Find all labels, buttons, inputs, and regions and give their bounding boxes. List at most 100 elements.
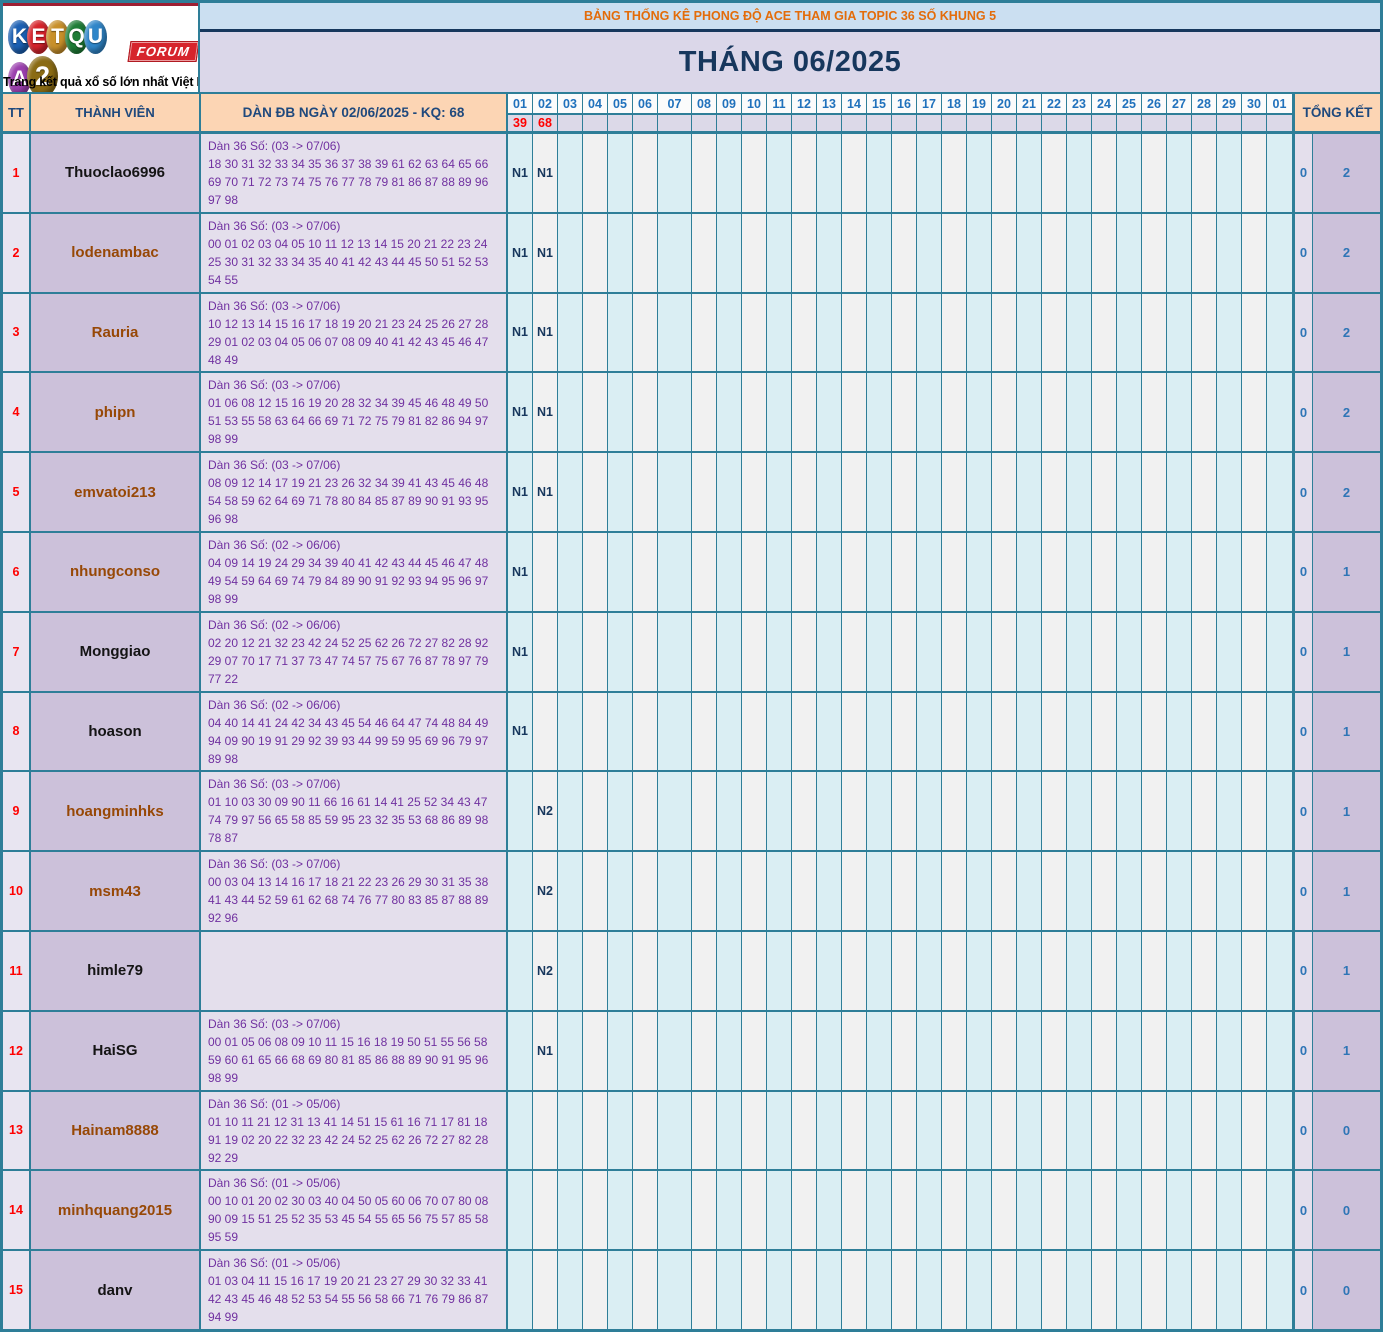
- day-cell: [742, 532, 767, 611]
- day-cell: [558, 852, 583, 930]
- day-cell: [792, 1011, 817, 1090]
- day-subvalue-cell: [1192, 115, 1217, 131]
- day-cell: [1092, 612, 1117, 691]
- day-subvalue-cell: [992, 115, 1017, 131]
- day-cell: N1: [508, 532, 533, 611]
- day-cell: [892, 134, 917, 212]
- member-name: himle79: [31, 931, 201, 1010]
- day-cell: N1: [508, 134, 533, 212]
- day-label-cell: 13: [817, 94, 842, 113]
- day-cell: [792, 453, 817, 531]
- day-cell: [992, 1091, 1017, 1170]
- day-cell: [1117, 1091, 1142, 1170]
- day-cell: [583, 852, 608, 930]
- day-cell: [1067, 852, 1092, 930]
- dan-numbers: 02 20 12 21 32 23 42 24 52 25 62 26 72 2…: [208, 635, 489, 686]
- total-win-cell: 0: [1292, 612, 1313, 691]
- member-name: hoangminhks: [31, 772, 201, 851]
- total-win-cell: 0: [1292, 213, 1313, 292]
- day-cell: [1192, 852, 1217, 930]
- day-cell: [917, 532, 942, 611]
- day-cell: [1117, 532, 1142, 611]
- day-cell: [558, 134, 583, 212]
- total-score-cell: 1: [1313, 931, 1380, 1010]
- day-cell: [658, 1251, 692, 1329]
- day-cell: [633, 1171, 658, 1250]
- day-label-cell: 12: [792, 94, 817, 113]
- day-cell: [1142, 1171, 1167, 1250]
- dan-title: Dàn 36 Số: (01 -> 05/06): [208, 1176, 341, 1191]
- day-cell: [583, 1011, 608, 1090]
- total-win-cell: 0: [1292, 453, 1313, 531]
- day-cell: [1042, 931, 1067, 1010]
- day-cell: [1167, 931, 1192, 1010]
- day-cell: [1242, 1011, 1267, 1090]
- table-row: 4 phipn Dàn 36 Số: (03 -> 07/06) 01 06 0…: [3, 373, 1380, 454]
- day-cell: [1242, 453, 1267, 531]
- day-cell: [717, 1011, 742, 1090]
- day-cell: N1: [508, 373, 533, 452]
- table-row: 11 himle79 N2 0 1: [3, 931, 1380, 1012]
- day-cell: [1117, 612, 1142, 691]
- day-cell: N1: [533, 453, 558, 531]
- day-cell: [1017, 453, 1042, 531]
- day-cell: [917, 134, 942, 212]
- total-score-cell: 2: [1313, 213, 1380, 292]
- day-cell: [1217, 373, 1242, 452]
- day-cell: [633, 1251, 658, 1329]
- day-cell: [608, 612, 633, 691]
- day-cell: [1267, 852, 1292, 930]
- day-cell: [967, 612, 992, 691]
- day-cell: [1242, 1171, 1267, 1250]
- day-subvalue-cell: [633, 115, 658, 131]
- day-cell: [742, 692, 767, 771]
- dan-cell: Dàn 36 Số: (03 -> 07/06) 01 06 08 12 15 …: [201, 373, 508, 452]
- day-cell: [1192, 1091, 1217, 1170]
- day-cell: [1017, 612, 1042, 691]
- day-cell: [817, 1171, 842, 1250]
- day-cell: [717, 772, 742, 851]
- day-cell: [1092, 532, 1117, 611]
- day-cell: [892, 612, 917, 691]
- total-win-cell: 0: [1292, 1251, 1313, 1329]
- day-cell: [1117, 134, 1142, 212]
- day-cell: [917, 1251, 942, 1329]
- day-cell: [842, 931, 867, 1010]
- row-index: 9: [3, 772, 31, 851]
- day-cell: [1142, 453, 1167, 531]
- day-cell: [767, 1011, 792, 1090]
- day-cell: [842, 612, 867, 691]
- dan-cell: Dàn 36 Số: (01 -> 05/06) 01 03 04 11 15 …: [201, 1251, 508, 1329]
- day-cell: [1117, 373, 1142, 452]
- day-cell: [992, 532, 1017, 611]
- day-cell: [767, 692, 792, 771]
- day-cell: [692, 134, 717, 212]
- day-cells: N1 N1: [508, 213, 1292, 292]
- day-cell: [508, 1011, 533, 1090]
- day-cell: [1192, 772, 1217, 851]
- day-cell: [1067, 1091, 1092, 1170]
- day-cell: [867, 293, 892, 372]
- day-cell: [633, 612, 658, 691]
- day-cell: [917, 1091, 942, 1170]
- day-cell: [1167, 1251, 1192, 1329]
- day-cell: [1192, 931, 1217, 1010]
- day-label-cell: 15: [867, 94, 892, 113]
- day-cell: N1: [533, 1011, 558, 1090]
- member-name: nhungconso: [31, 532, 201, 611]
- day-subvalue-cell: [1242, 115, 1267, 131]
- day-cell: [1167, 213, 1192, 292]
- day-cell: [1042, 373, 1067, 452]
- dan-title: Dàn 36 Số: (03 -> 07/06): [208, 1016, 341, 1031]
- dan-title: Dàn 36 Số: (03 -> 07/06): [208, 857, 341, 872]
- day-cell: [1067, 1011, 1092, 1090]
- day-cell: [1042, 1171, 1067, 1250]
- day-cell: [692, 453, 717, 531]
- day-cell: [742, 293, 767, 372]
- day-cell: [1142, 134, 1167, 212]
- day-cell: [942, 852, 967, 930]
- day-cell: [817, 1251, 842, 1329]
- dan-cell: Dàn 36 Số: (03 -> 07/06) 00 01 05 06 08 …: [201, 1011, 508, 1090]
- day-cell: [892, 772, 917, 851]
- total-win-cell: 0: [1292, 134, 1313, 212]
